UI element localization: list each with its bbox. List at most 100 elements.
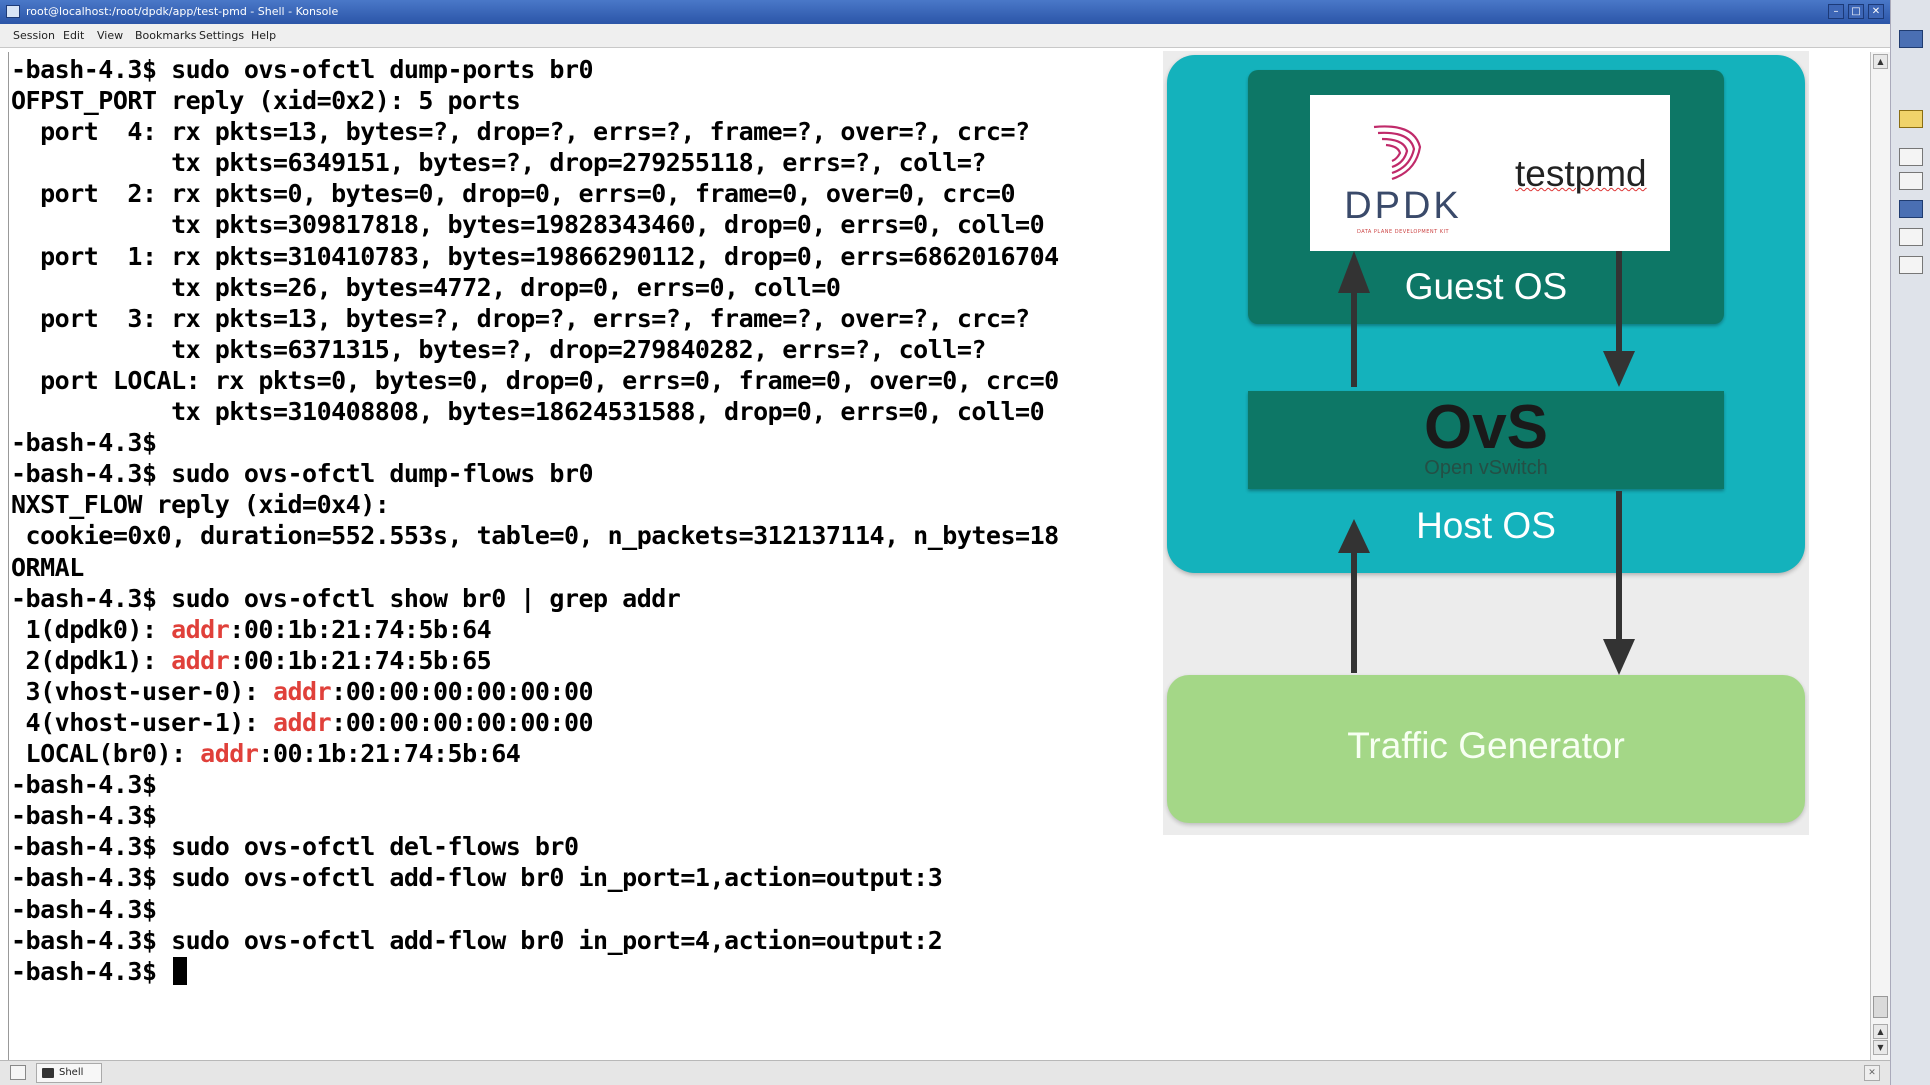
terminal-text-segment: ORMAL	[11, 552, 84, 582]
terminal-line: port LOCAL: rx pkts=0, bytes=0, drop=0, …	[11, 366, 1059, 395]
arrow-up-head-lower-icon	[1338, 519, 1370, 553]
terminal-line: -bash-4.3$	[11, 770, 157, 799]
terminal-line: NXST_FLOW reply (xid=0x4):	[11, 490, 390, 520]
window-list-icon[interactable]	[1899, 148, 1923, 166]
terminal-text-segment: tx pkts=6371315, bytes=?, drop=279840282…	[11, 334, 986, 364]
desktop-pager-icon[interactable]	[1899, 256, 1923, 274]
flow-arrows	[1338, 251, 1635, 675]
arrow-down-head-lower-icon	[1603, 639, 1635, 675]
terminal-line: -bash-4.3$ sudo ovs-ofctl del-flows br0	[11, 832, 579, 861]
menu-view[interactable]: View	[94, 24, 126, 48]
menu-bar: Session Edit View Bookmarks Settings Hel…	[0, 24, 1890, 48]
printer-icon[interactable]	[1899, 228, 1923, 246]
terminal-line: port 4: rx pkts=13, bytes=?, drop=?, err…	[11, 117, 1030, 146]
close-button[interactable]: ✕	[1868, 4, 1884, 19]
terminal-text-segment: :00:00:00:00:00:00	[331, 676, 594, 706]
tab-bar: Shell ✕	[0, 1060, 1890, 1085]
terminal-text-segment: -bash-4.3$ sudo ovs-ofctl dump-flows br0	[11, 459, 594, 489]
shell-tab-icon	[42, 1068, 54, 1078]
addr-keyword: addr	[171, 614, 230, 644]
terminal-text-segment: :00:00:00:00:00:00	[331, 707, 594, 737]
menu-settings[interactable]: Settings	[196, 24, 247, 48]
terminal-text-segment: LOCAL(br0):	[11, 739, 201, 769]
terminal-text-segment: -bash-4.3$ sudo ovs-ofctl show br0 | gre…	[11, 583, 681, 613]
terminal-text-segment: -bash-4.3$ sudo ovs-ofctl add-flow br0 i…	[11, 925, 943, 955]
text-cursor	[173, 956, 188, 985]
terminal-text-segment: tx pkts=6349151, bytes=?, drop=279255118…	[11, 148, 986, 178]
clipboard-icon[interactable]	[1899, 110, 1923, 128]
terminal-text-segment: 3(vhost-user-0):	[11, 676, 273, 706]
terminal-line: tx pkts=26, bytes=4772, drop=0, errs=0, …	[11, 272, 841, 302]
scroll-up-button[interactable]: ▲	[1873, 54, 1888, 69]
terminal-text-segment: OFPST_PORT reply (xid=0x2): 5 ports	[11, 86, 521, 116]
terminal-text-segment: port 1: rx pkts=310410783, bytes=1986629…	[11, 241, 1059, 271]
terminal-text-segment: -bash-4.3$	[11, 956, 172, 986]
konsole-app-icon[interactable]	[6, 5, 20, 18]
arrow-down-head-upper-icon	[1603, 351, 1635, 387]
terminal-text-segment: port 2: rx pkts=0, bytes=0, drop=0, errs…	[11, 179, 1016, 209]
terminal-line: 4(vhost-user-1): addr:00:00:00:00:00:00	[11, 707, 594, 737]
addr-keyword: addr	[272, 707, 332, 737]
terminal-text-segment: -bash-4.3$	[11, 428, 157, 458]
terminal-line: -bash-4.3$	[11, 956, 188, 986]
terminal-text-segment: tx pkts=26, bytes=4772, drop=0, errs=0, …	[11, 272, 841, 302]
minimize-button[interactable]: –	[1828, 4, 1844, 19]
addr-keyword: addr	[171, 645, 230, 675]
architecture-diagram: DPDK DATA PLANE DEVELOPMENT KIT testpmd …	[1163, 51, 1809, 835]
terminal-text-segment: tx pkts=309817818, bytes=19828343460, dr…	[11, 210, 1045, 240]
terminal-text-segment: -bash-4.3$	[11, 770, 157, 800]
terminal-line: -bash-4.3$	[11, 801, 157, 830]
terminal-text-segment: -bash-4.3$	[11, 894, 157, 924]
menu-bookmarks[interactable]: Bookmarks	[132, 24, 199, 48]
terminal-line: -bash-4.3$ sudo ovs-ofctl dump-flows br0	[11, 459, 594, 489]
terminal-line: 1(dpdk0): addr:00:1b:21:74:5b:64	[11, 614, 492, 644]
menu-help[interactable]: Help	[248, 24, 279, 48]
terminal-line: LOCAL(br0): addr:00:1b:21:74:5b:64	[11, 739, 521, 769]
terminal-text-segment: NXST_FLOW reply (xid=0x4):	[11, 490, 390, 520]
terminal-line: tx pkts=309817818, bytes=19828343460, dr…	[11, 210, 1045, 240]
terminal-line: port 1: rx pkts=310410783, bytes=1986629…	[11, 242, 1059, 271]
maximize-button[interactable]: □	[1848, 4, 1864, 19]
menu-edit[interactable]: Edit	[60, 24, 87, 48]
new-tab-icon[interactable]	[10, 1065, 26, 1080]
terminal-text-segment: 2(dpdk1):	[11, 645, 172, 675]
terminal-text-segment: -bash-4.3$ sudo ovs-ofctl del-flows br0	[11, 832, 579, 862]
terminal-line: port 3: rx pkts=13, bytes=?, drop=?, err…	[11, 304, 1030, 333]
terminal-line: 2(dpdk1): addr:00:1b:21:74:5b:65	[11, 645, 492, 675]
terminal-line: ORMAL	[11, 553, 84, 582]
terminal-text-segment: 4(vhost-user-1):	[11, 707, 273, 737]
terminal-line: tx pkts=6371315, bytes=?, drop=279840282…	[11, 335, 986, 364]
terminal-text-segment: -bash-4.3$ sudo ovs-ofctl add-flow br0 i…	[11, 863, 943, 893]
terminal-line: tx pkts=310408808, bytes=18624531588, dr…	[11, 397, 1045, 427]
terminal-icon[interactable]	[1899, 172, 1923, 190]
terminal-line: tx pkts=6349151, bytes=?, drop=279255118…	[11, 148, 986, 177]
terminal-line: -bash-4.3$	[11, 895, 157, 924]
scroll-up-small-button[interactable]: ▲	[1873, 1024, 1888, 1039]
close-tab-icon[interactable]: ✕	[1864, 1065, 1880, 1081]
terminal-text-segment: port 4: rx pkts=13, bytes=?, drop=?, err…	[11, 117, 1030, 147]
terminal-text-segment: port LOCAL: rx pkts=0, bytes=0, drop=0, …	[11, 365, 1059, 395]
menu-session[interactable]: Session	[10, 24, 58, 48]
window-titlebar: root@localhost:/root/dpdk/app/test-pmd -…	[0, 0, 1930, 24]
terminal-line: -bash-4.3$ sudo ovs-ofctl show br0 | gre…	[11, 583, 681, 613]
scroll-down-button[interactable]: ▼	[1873, 1040, 1888, 1055]
terminal-line: -bash-4.3$ sudo ovs-ofctl add-flow br0 i…	[11, 863, 943, 893]
terminal-scrollbar[interactable]: ▲ ▲ ▼	[1870, 52, 1890, 1060]
active-window-icon[interactable]	[1899, 200, 1923, 218]
monitor-icon[interactable]	[1899, 30, 1923, 48]
addr-keyword: addr	[200, 739, 259, 769]
arrow-up-head-upper-icon	[1338, 251, 1370, 293]
terminal-text-segment: -bash-4.3$	[11, 801, 157, 831]
scroll-thumb[interactable]	[1873, 996, 1888, 1018]
terminal-line: -bash-4.3$ sudo ovs-ofctl dump-ports br0	[11, 55, 594, 84]
terminal-text-segment: 1(dpdk0):	[11, 614, 172, 644]
terminal-text-segment: :00:1b:21:74:5b:65	[229, 645, 492, 675]
tab-shell[interactable]: Shell	[36, 1063, 102, 1083]
tab-shell-label: Shell	[59, 1067, 84, 1078]
terminal-text-segment: :00:1b:21:74:5b:64	[258, 739, 521, 769]
terminal-text-segment: tx pkts=310408808, bytes=18624531588, dr…	[11, 397, 1045, 427]
terminal-line: -bash-4.3$ sudo ovs-ofctl add-flow br0 i…	[11, 925, 943, 955]
desktop-side-panel	[1890, 0, 1930, 1085]
window-title: root@localhost:/root/dpdk/app/test-pmd -…	[26, 5, 339, 18]
terminal-line: OFPST_PORT reply (xid=0x2): 5 ports	[11, 86, 521, 116]
